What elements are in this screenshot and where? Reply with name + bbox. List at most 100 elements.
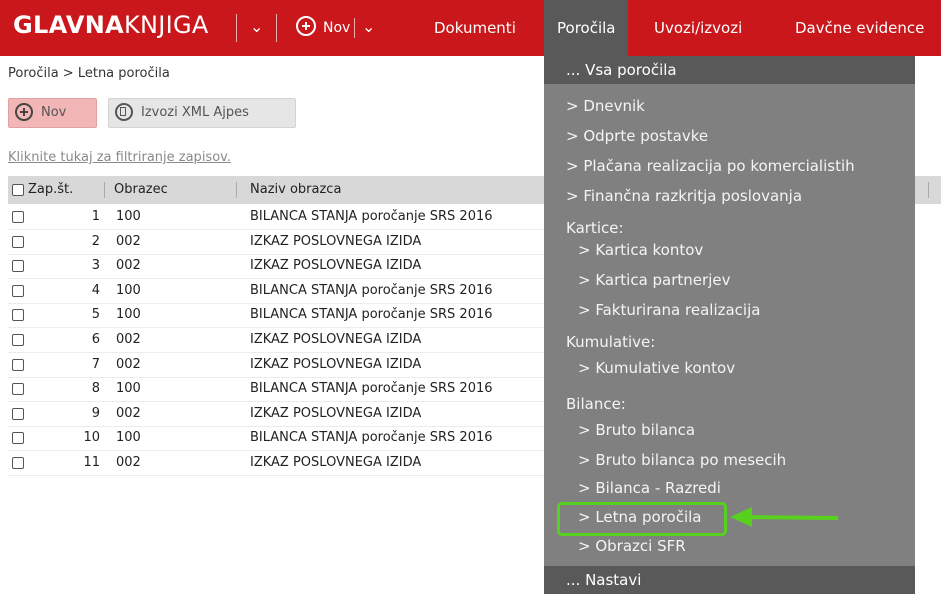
row-checkbox[interactable] bbox=[12, 284, 24, 297]
row-checkbox[interactable] bbox=[12, 334, 24, 346]
menu-item-kumulative-kontov[interactable]: > Kumulative kontov bbox=[544, 354, 915, 382]
row-number: 1 bbox=[91, 209, 100, 224]
top-navigation-bar: GLAVNAKNJIGA ⌄ Nov ⌄ Dokumenti Poročila … bbox=[0, 0, 941, 56]
row-checkbox[interactable] bbox=[12, 383, 24, 396]
table-row[interactable]: 1 100 BILANCA STANJA poročanje SRS 2016 bbox=[8, 205, 553, 230]
row-checkbox[interactable] bbox=[12, 432, 24, 445]
row-name: IZKAZ POSLOVNEGA IZIDA bbox=[250, 405, 422, 421]
new-menu-label[interactable]: Nov bbox=[323, 0, 350, 56]
row-name: IZKAZ POSLOVNEGA IZIDA bbox=[250, 233, 422, 249]
row-code: 100 bbox=[116, 209, 141, 224]
new-button-label: Nov bbox=[41, 105, 67, 120]
divider bbox=[236, 182, 237, 198]
row-checkbox[interactable] bbox=[12, 358, 24, 371]
menu-item-bruto-bilanca-po-mesecih[interactable]: > Bruto bilanca po mesecih bbox=[544, 446, 915, 474]
row-code: 002 bbox=[116, 258, 141, 274]
row-code: 002 bbox=[116, 356, 141, 372]
nav-porocila[interactable]: Poročila bbox=[544, 0, 629, 56]
menu-item-kartica-partnerjev[interactable]: > Kartica partnerjev bbox=[544, 266, 915, 294]
row-number: 4 bbox=[91, 282, 100, 298]
row-number: 7 bbox=[91, 356, 100, 372]
table-row[interactable]: 8 100 BILANCA STANJA poročanje SRS 2016 bbox=[8, 377, 553, 403]
col-obrazec[interactable]: Obrazec bbox=[114, 176, 168, 204]
table-row[interactable]: 11 002 IZKAZ POSLOVNEGA IZIDA bbox=[8, 451, 553, 476]
table-row[interactable]: 10 100 BILANCA STANJA poročanje SRS 2016 bbox=[8, 426, 553, 452]
chevron-down-icon[interactable]: ⌄ bbox=[250, 17, 263, 36]
menu-item-finan-na-razkritja-poslovanja[interactable]: > Finančna razkritja poslovanja bbox=[544, 182, 915, 210]
row-checkbox[interactable] bbox=[12, 235, 24, 248]
row-number: 9 bbox=[91, 405, 100, 421]
row-name: IZKAZ POSLOVNEGA IZIDA bbox=[250, 455, 422, 470]
plus-circle-icon[interactable] bbox=[296, 16, 316, 36]
menu-item-pla-ana-realizacija-po-komercialistih[interactable]: > Plačana realizacija po komercialistih bbox=[544, 152, 915, 180]
table-row[interactable]: 6 002 IZKAZ POSLOVNEGA IZIDA bbox=[8, 328, 553, 353]
divider bbox=[236, 14, 237, 42]
menu-settings[interactable]: ... Nastavi bbox=[544, 566, 915, 594]
menu-section-kumulative: Kumulative: bbox=[566, 333, 656, 351]
filter-link[interactable]: Kliknite tukaj za filtriranje zapisov. bbox=[8, 150, 231, 165]
table-row[interactable]: 2 002 IZKAZ POSLOVNEGA IZIDA bbox=[8, 230, 553, 255]
row-checkbox[interactable] bbox=[12, 260, 24, 273]
nav-uvozi-izvozi[interactable]: Uvozi/izvozi bbox=[644, 0, 752, 56]
menu-item-dnevnik[interactable]: > Dnevnik bbox=[544, 92, 915, 120]
row-code: 002 bbox=[116, 455, 141, 470]
divider bbox=[104, 182, 105, 198]
table-row[interactable]: 5 100 BILANCA STANJA poročanje SRS 2016 bbox=[8, 303, 553, 329]
divider bbox=[928, 182, 929, 198]
row-checkbox[interactable] bbox=[12, 407, 24, 420]
table-row[interactable]: 9 002 IZKAZ POSLOVNEGA IZIDA bbox=[8, 402, 553, 427]
plus-circle-icon bbox=[15, 103, 33, 121]
export-xml-label: Izvozi XML Ajpes bbox=[141, 105, 249, 120]
menu-item-kartica-kontov[interactable]: > Kartica kontov bbox=[544, 236, 915, 264]
row-number: 3 bbox=[91, 258, 100, 274]
row-number: 10 bbox=[83, 430, 100, 446]
table-row[interactable]: 4 100 BILANCA STANJA poročanje SRS 2016 bbox=[8, 279, 553, 304]
col-naziv-obrazca[interactable]: Naziv obrazca bbox=[250, 176, 341, 204]
row-name: BILANCA STANJA poročanje SRS 2016 bbox=[250, 282, 493, 298]
row-number: 5 bbox=[91, 307, 100, 323]
menu-item-fakturirana-realizacija[interactable]: > Fakturirana realizacija bbox=[544, 296, 915, 324]
breadcrumb: Poročila > Letna poročila bbox=[8, 66, 170, 81]
menu-section-bilance: Bilance: bbox=[566, 395, 626, 413]
select-all-checkbox[interactable] bbox=[12, 184, 24, 196]
nav-dokumenti[interactable]: Dokumenti bbox=[424, 0, 526, 56]
divider bbox=[276, 14, 277, 42]
col-zap-st[interactable]: Zap.št. bbox=[28, 176, 73, 204]
menu-item-odprte-postavke[interactable]: > Odprte postavke bbox=[544, 122, 915, 150]
row-checkbox[interactable] bbox=[12, 309, 24, 322]
row-code: 100 bbox=[116, 381, 141, 397]
row-code: 100 bbox=[116, 307, 141, 323]
nav-davcne-evidence[interactable]: Davčne evidence bbox=[785, 0, 934, 56]
row-name: BILANCA STANJA poročanje SRS 2016 bbox=[250, 381, 493, 397]
row-checkbox[interactable] bbox=[12, 211, 24, 223]
row-checkbox[interactable] bbox=[12, 457, 24, 469]
menu-item-bruto-bilanca[interactable]: > Bruto bilanca bbox=[544, 416, 915, 444]
document-icon bbox=[115, 103, 133, 121]
highlight-box bbox=[557, 502, 727, 536]
row-code: 100 bbox=[116, 430, 141, 446]
row-number: 8 bbox=[91, 381, 100, 397]
row-name: BILANCA STANJA poročanje SRS 2016 bbox=[250, 307, 493, 323]
table-row[interactable]: 7 002 IZKAZ POSLOVNEGA IZIDA bbox=[8, 353, 553, 378]
green-arrow-icon bbox=[730, 507, 839, 527]
row-name: BILANCA STANJA poročanje SRS 2016 bbox=[250, 430, 493, 446]
row-number: 2 bbox=[91, 233, 100, 249]
menu-all-reports[interactable]: ... Vsa poročila bbox=[544, 56, 915, 84]
row-number: 6 bbox=[91, 332, 100, 347]
row-code: 002 bbox=[116, 233, 141, 249]
new-button[interactable]: Nov bbox=[8, 98, 97, 128]
row-number: 11 bbox=[83, 455, 100, 470]
export-xml-button[interactable]: Izvozi XML Ajpes bbox=[108, 98, 296, 128]
row-name: IZKAZ POSLOVNEGA IZIDA bbox=[250, 332, 422, 347]
table-row[interactable]: 3 002 IZKAZ POSLOVNEGA IZIDA bbox=[8, 254, 553, 280]
row-code: 100 bbox=[116, 282, 141, 298]
row-name: BILANCA STANJA poročanje SRS 2016 bbox=[250, 209, 493, 224]
menu-item-obrazci-sfr[interactable]: > Obrazci SFR bbox=[544, 532, 915, 560]
divider bbox=[354, 18, 355, 38]
chevron-down-icon[interactable]: ⌄ bbox=[362, 17, 375, 36]
row-code: 002 bbox=[116, 332, 141, 347]
row-code: 002 bbox=[116, 405, 141, 421]
row-name: IZKAZ POSLOVNEGA IZIDA bbox=[250, 258, 422, 274]
app-logo[interactable]: GLAVNAKNJIGA bbox=[13, 11, 209, 39]
menu-item-bilanca-razredi[interactable]: > Bilanca - Razredi bbox=[544, 474, 915, 502]
